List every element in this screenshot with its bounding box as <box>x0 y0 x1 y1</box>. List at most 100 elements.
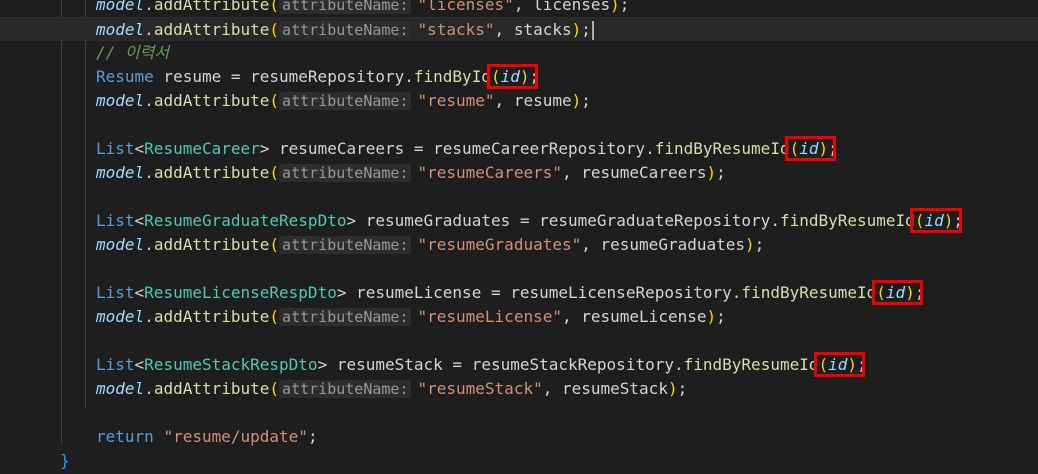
code-line[interactable] <box>0 185 1038 209</box>
code-line-content: model.addAttribute(attributeName: "resume… <box>96 161 726 185</box>
code-token: findByResumeId <box>683 355 819 374</box>
code-token: "stacks" <box>417 20 495 39</box>
code-line[interactable]: model.addAttribute(attributeName: "licens… <box>0 0 1038 17</box>
code-token: return <box>96 427 154 446</box>
parameter-inlay-hint: attributeName: <box>279 0 412 14</box>
code-token: , <box>581 235 601 254</box>
code-line[interactable] <box>0 329 1038 353</box>
code-token: . <box>144 91 154 110</box>
code-line[interactable]: // 이력서 <box>0 41 1038 65</box>
code-token: "resume" <box>417 91 495 110</box>
code-token: ( <box>269 307 280 326</box>
code-token: . <box>144 20 154 39</box>
code-token: resumeLicense = resumeLicenseRepository <box>356 283 732 302</box>
highlight-box-resumeStack-id-arg <box>814 352 866 377</box>
code-line[interactable]: model.addAttribute(attributeName: "resume… <box>0 89 1038 113</box>
code-token: model <box>96 91 145 110</box>
code-token: . <box>144 307 154 326</box>
code-token: addAttribute <box>153 307 270 326</box>
code-line-content: List<ResumeCareer> resumeCareers = resum… <box>96 137 838 161</box>
highlight-box-findById-id-arg <box>486 64 538 89</box>
code-line[interactable]: return "resume/update"; <box>0 425 1038 449</box>
code-line[interactable]: List<ResumeStackRespDto> resumeStack = r… <box>0 353 1038 377</box>
code-token: "resumeLicense" <box>417 307 562 326</box>
code-token: ( <box>269 0 280 14</box>
code-token: ; <box>716 163 726 182</box>
code-token: ; <box>677 379 688 398</box>
code-token: ( <box>269 379 280 398</box>
code-token: resumeGraduates <box>600 235 746 254</box>
code-line[interactable]: model.addAttribute(attributeName: "resume… <box>0 377 1038 401</box>
code-token: "resume/update" <box>163 427 308 446</box>
code-token: ( <box>269 235 280 254</box>
code-token: ResumeLicenseRespDto <box>144 283 337 302</box>
code-line[interactable]: model.addAttribute(attributeName: "resume… <box>0 305 1038 329</box>
code-line[interactable]: model.addAttribute(attributeName: "resume… <box>0 161 1038 185</box>
code-line-content: model.addAttribute(attributeName: "licens… <box>96 0 629 17</box>
code-token: resume = <box>153 67 251 86</box>
code-token: ; <box>754 235 765 254</box>
highlight-box-resumeCareers-id-arg <box>785 136 837 161</box>
code-token: ) <box>706 307 717 326</box>
code-token: ; <box>716 307 726 326</box>
code-token: resumeStack <box>561 379 668 398</box>
code-line[interactable]: } <box>0 449 1038 473</box>
code-token: < <box>134 355 145 374</box>
code-token: addAttribute <box>153 163 270 182</box>
code-token: licenses <box>533 0 611 14</box>
code-token: // 이력서 <box>96 43 170 62</box>
code-line-content: List<ResumeGraduateRespDto> resumeGradua… <box>96 209 963 233</box>
code-token: ; <box>581 91 591 110</box>
highlight-box-resumeLicense-id-arg <box>871 280 924 305</box>
code-editor[interactable]: model.addAttribute(attributeName: "licens… <box>0 0 1038 474</box>
code-line-content: // 이력서 <box>96 41 169 65</box>
code-token: , <box>561 163 582 182</box>
code-token: List <box>96 283 135 302</box>
code-token: } <box>60 451 70 470</box>
code-line-content: List<ResumeLicenseRespDto> resumeLicense… <box>96 281 924 305</box>
code-token: , <box>513 0 534 14</box>
code-token: . <box>673 355 684 374</box>
code-line[interactable] <box>0 113 1038 137</box>
code-token: resume <box>513 91 572 110</box>
parameter-inlay-hint: attributeName: <box>279 92 412 110</box>
code-token: > <box>336 283 357 302</box>
code-token: "resumeStack" <box>417 379 543 398</box>
code-line[interactable]: List<ResumeGraduateRespDto> resumeGradua… <box>0 209 1038 233</box>
code-token: findByResumeId <box>654 139 790 158</box>
code-line[interactable]: model.addAttribute(attributeName: "stacks… <box>0 17 1038 41</box>
code-token: ) <box>610 0 620 14</box>
code-token: findByResumeId <box>779 211 915 230</box>
code-token: resumeRepository <box>250 67 405 86</box>
parameter-inlay-hint: attributeName: <box>279 21 412 39</box>
code-token: ( <box>269 91 280 110</box>
code-token: resumeStack = resumeStackRepository <box>336 355 674 374</box>
code-line[interactable] <box>0 401 1038 425</box>
code-token: ) <box>706 163 717 182</box>
code-line-content: Resume resume = resumeRepository.findByI… <box>96 65 539 89</box>
code-token: addAttribute <box>153 379 270 398</box>
code-token: . <box>404 67 414 86</box>
parameter-inlay-hint: attributeName: <box>279 380 412 398</box>
code-line-content: return "resume/update"; <box>96 425 318 449</box>
code-line[interactable]: model.addAttribute(attributeName: "resume… <box>0 233 1038 257</box>
code-token: , <box>561 307 582 326</box>
code-token: resumeCareers <box>581 163 707 182</box>
code-token: , <box>542 379 562 398</box>
code-token: addAttribute <box>153 91 270 110</box>
code-token: < <box>134 139 145 158</box>
parameter-inlay-hint: attributeName: <box>279 308 412 326</box>
code-token: findById <box>413 67 491 86</box>
code-token: > <box>259 139 280 158</box>
code-token: ResumeStackRespDto <box>144 355 318 374</box>
code-token: < <box>134 211 145 230</box>
code-token: ; <box>307 427 318 446</box>
code-token: , <box>494 20 514 39</box>
code-line[interactable] <box>0 257 1038 281</box>
code-token: model <box>96 379 145 398</box>
code-line[interactable]: List<ResumeCareer> resumeCareers = resum… <box>0 137 1038 161</box>
code-token: > <box>317 355 337 374</box>
code-token: ResumeCareer <box>144 139 260 158</box>
code-token: . <box>144 163 154 182</box>
